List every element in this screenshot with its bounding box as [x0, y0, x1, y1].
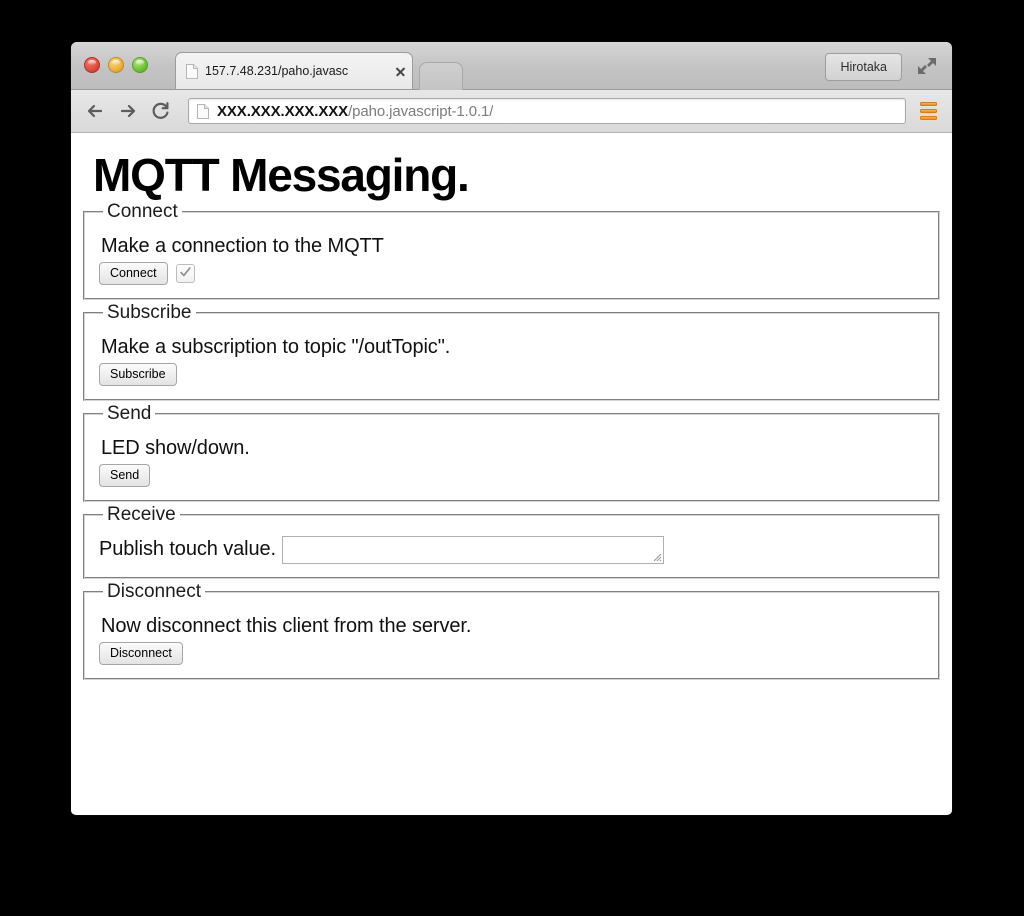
- close-icon[interactable]: [392, 63, 408, 79]
- browser-window: 157.7.48.231/paho.javasc Hirotaka XXX.XX…: [71, 42, 952, 815]
- section-connect-legend: Connect: [107, 200, 178, 222]
- section-subscribe-controls: Subscribe: [99, 362, 924, 386]
- section-receive-text: Publish touch value.: [99, 538, 277, 561]
- section-disconnect-text: Now disconnect this client from the serv…: [101, 614, 472, 637]
- new-tab-button[interactable]: [419, 62, 463, 90]
- section-subscribe-legend: Subscribe: [107, 301, 192, 323]
- section-receive-legend: Receive: [107, 503, 176, 525]
- page-title: MQTT Messaging.: [93, 149, 470, 201]
- hamburger-menu-icon[interactable]: [914, 98, 942, 124]
- maximize-window-button[interactable]: [132, 57, 148, 73]
- url-host: XXX.XXX.XXX.XXX: [217, 102, 349, 120]
- browser-toolbar: XXX.XXX.XXX.XXX/paho.javascript-1.0.1/: [71, 90, 952, 133]
- page-icon: [197, 103, 209, 119]
- forward-arrow-icon[interactable]: [114, 97, 142, 125]
- page-icon: [186, 63, 198, 79]
- back-arrow-icon[interactable]: [81, 97, 109, 125]
- minimize-window-button[interactable]: [108, 57, 124, 73]
- tab-strip: 157.7.48.231/paho.javasc Hirotaka: [71, 42, 952, 90]
- section-connect: Connect Make a connection to the MQTT Co…: [83, 200, 940, 300]
- subscribe-button[interactable]: Subscribe: [99, 362, 177, 386]
- section-connect-text: Make a connection to the MQTT: [101, 234, 384, 257]
- address-bar[interactable]: XXX.XXX.XXX.XXX/paho.javascript-1.0.1/: [188, 98, 906, 124]
- disconnect-button[interactable]: Disconnect: [99, 641, 183, 665]
- menu-bar-2: [919, 109, 937, 113]
- section-send-controls: Send: [99, 463, 924, 487]
- connect-button[interactable]: Connect: [99, 261, 168, 285]
- section-receive-controls: Publish touch value.: [99, 535, 924, 564]
- window-controls: [84, 57, 148, 73]
- section-send-legend: Send: [107, 402, 152, 424]
- browser-tab[interactable]: 157.7.48.231/paho.javasc: [175, 52, 413, 89]
- receive-textarea[interactable]: [282, 535, 665, 564]
- page-content: MQTT Messaging. Connect Make a connectio…: [71, 133, 952, 814]
- menu-bar-1: [919, 102, 937, 106]
- section-disconnect-legend: Disconnect: [107, 580, 201, 602]
- section-connect-controls: Connect: [99, 261, 924, 285]
- url-path: /paho.javascript-1.0.1/: [348, 102, 494, 120]
- close-window-button[interactable]: [84, 57, 100, 73]
- reload-icon[interactable]: [147, 97, 175, 125]
- section-disconnect-controls: Disconnect: [99, 641, 924, 665]
- tab-title: 157.7.48.231/paho.javasc: [205, 64, 349, 78]
- profile-label: Hirotaka: [840, 60, 887, 74]
- section-subscribe-text: Make a subscription to topic "/outTopic"…: [101, 335, 451, 358]
- section-receive: Receive Publish touch value.: [83, 503, 940, 579]
- resize-grip-icon[interactable]: [651, 551, 662, 562]
- connect-checkbox[interactable]: [175, 263, 195, 283]
- menu-bar-3: [919, 116, 937, 120]
- address-bar-value: XXX.XXX.XXX.XXX/paho.javascript-1.0.1/: [217, 103, 493, 120]
- section-send-text: LED show/down.: [101, 436, 250, 459]
- section-disconnect: Disconnect Now disconnect this client fr…: [83, 580, 940, 680]
- send-button[interactable]: Send: [99, 463, 151, 487]
- fullscreen-icon[interactable]: [914, 54, 940, 78]
- section-subscribe: Subscribe Make a subscription to topic "…: [83, 301, 940, 401]
- profile-button[interactable]: Hirotaka: [825, 53, 902, 81]
- section-send: Send LED show/down. Send: [83, 402, 940, 502]
